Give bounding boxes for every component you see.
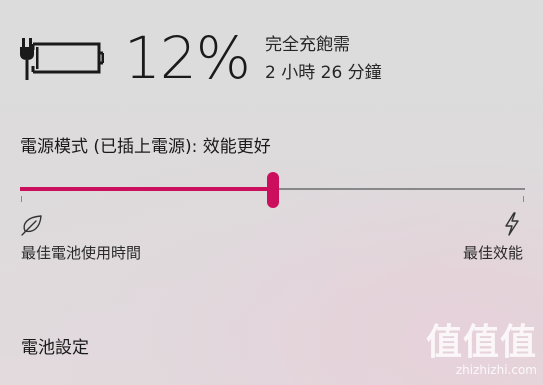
best-battery-life-label: 最佳電池使用時間 (21, 244, 142, 262)
slider-tick-right (523, 196, 524, 202)
battery-percentage: 12% (124, 24, 251, 92)
time-remaining: 2 小時 26 分鐘 (265, 63, 382, 83)
site-watermark: 值值值 zhizhizhi.com (397, 322, 537, 378)
slider-fill (20, 187, 273, 191)
best-performance-label: 最佳效能 (462, 244, 523, 262)
watermark-url: zhizhizhi.com (455, 363, 537, 377)
watermark-logo: 值值值 (425, 322, 537, 363)
battery-charging-icon (20, 38, 104, 80)
leaf-icon (21, 215, 42, 236)
power-mode-title: 電源模式 (已插上電源): 效能更好 (20, 137, 271, 157)
slider-thumb[interactable] (267, 172, 279, 208)
slider-tick-left (21, 196, 22, 202)
charge-status-label: 完全充飽需 (265, 35, 350, 55)
power-mode-slider[interactable] (20, 172, 525, 208)
battery-settings-link[interactable]: 電池設定 (21, 336, 89, 360)
lightning-bolt-icon (505, 212, 519, 236)
